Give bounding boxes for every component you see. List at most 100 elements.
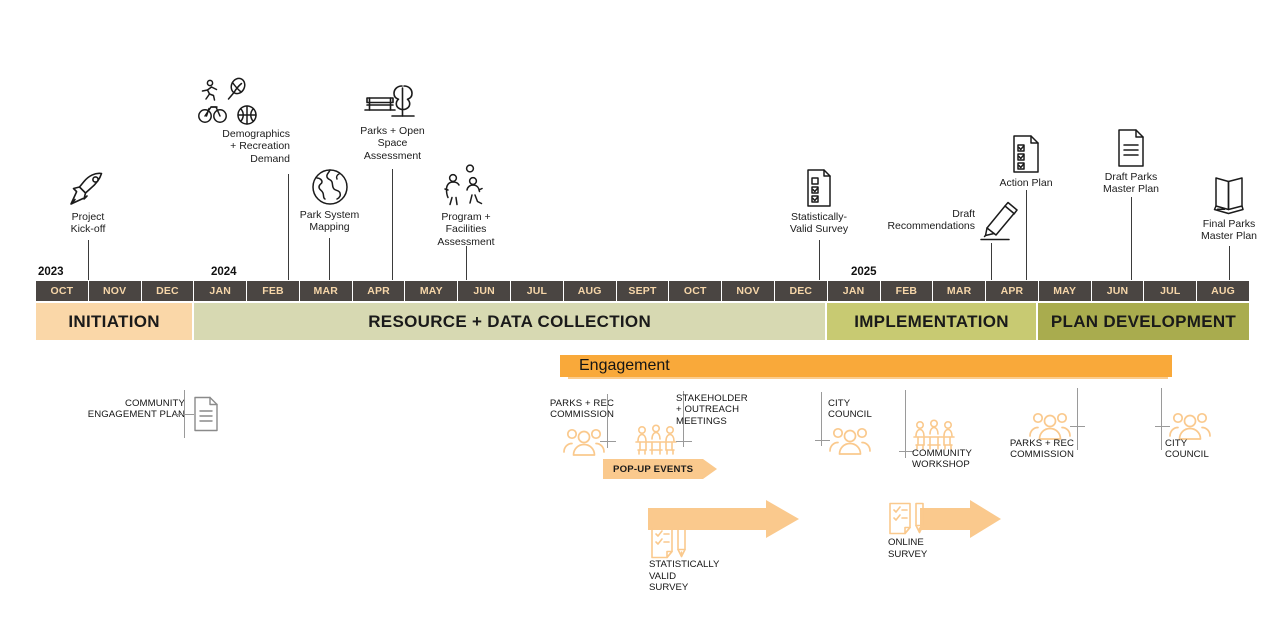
month-cell[interactable]: AUG	[563, 281, 617, 301]
people-group-icon	[1168, 412, 1212, 440]
document-icon	[1089, 128, 1173, 168]
milestone-connector-line	[991, 243, 992, 280]
table-meeting-icon	[634, 424, 678, 457]
month-cell[interactable]: SEPT	[616, 281, 670, 301]
engagement-connector-stub	[600, 441, 616, 442]
milestone-label: Park System Mapping	[299, 209, 360, 234]
park-bench-tree-icon	[345, 80, 440, 124]
engagement-parks-rec-commission-1[interactable]: PARKS + REC COMMISSION	[520, 398, 614, 421]
engagement-community-engagement-plan[interactable]: COMMUNITY ENGAGEMENT PLAN	[60, 398, 185, 421]
month-cell[interactable]: OCT	[36, 281, 89, 301]
timeline-month-header: OCT NOV DEC JAN FEB MAR APR MAY JUN JUL AUG SEPT OCT…	[36, 281, 1249, 301]
engagement-connector-line	[821, 392, 822, 446]
document-icon-gray	[192, 396, 220, 432]
survey-doc-icon	[778, 168, 860, 208]
phase-label: IMPLEMENTATION	[854, 311, 1009, 331]
engagement-stakeholder-outreach-meetings[interactable]: STAKEHOLDER + OUTREACH MEETINGS	[676, 393, 786, 427]
engagement-connector-line	[607, 394, 608, 448]
popup-events-banner[interactable]: POP-UP EVENTS	[603, 457, 718, 481]
milestone-demographics-recreation-demand[interactable]: Demographics + Recreation Demand	[175, 77, 290, 165]
month-cell[interactable]: MAR	[299, 281, 353, 301]
milestone-draft-parks-master-plan[interactable]: Draft Parks Master Plan	[1089, 128, 1173, 196]
checklist-doc-icon	[984, 134, 1068, 174]
milestone-connector-line	[1229, 246, 1230, 280]
engagement-connector-line	[905, 390, 906, 458]
booklet-icon	[1187, 175, 1271, 215]
month-cell[interactable]: MAY	[1038, 281, 1092, 301]
engagement-label: PARKS + REC COMMISSION	[549, 398, 614, 421]
milestone-connector-line	[1026, 190, 1027, 280]
milestone-label: Draft Parks Master Plan	[1102, 171, 1160, 196]
month-cell[interactable]: NOV	[722, 281, 775, 301]
milestone-statistically-valid-survey[interactable]: Statistically- Valid Survey	[778, 168, 860, 236]
month-cell[interactable]: AUG	[1197, 281, 1249, 301]
milestone-connector-line	[392, 169, 393, 280]
year-label-2025: 2025	[851, 266, 877, 278]
month-cell[interactable]: JUN	[1091, 281, 1145, 301]
milestone-draft-recommendations[interactable]: Draft Recommendations	[875, 208, 975, 233]
milestone-label: Demographics + Recreation Demand	[222, 128, 290, 165]
month-cell[interactable]: APR	[986, 281, 1039, 301]
month-cell[interactable]: JAN	[827, 281, 881, 301]
rocket-icon	[48, 170, 128, 208]
milestone-connector-line	[88, 240, 89, 280]
online-survey-arrow	[920, 500, 1002, 538]
phase-label: RESOURCE + DATA COLLECTION	[368, 311, 652, 331]
phase-bar[interactable]: PLAN DEVELOPMENT	[1038, 303, 1249, 340]
month-cell[interactable]: FEB	[247, 281, 300, 301]
month-cell[interactable]: NOV	[88, 281, 142, 301]
month-cell[interactable]: MAY	[405, 281, 459, 301]
phase-bar[interactable]: IMPLEMENTATION	[827, 303, 1039, 340]
month-cell[interactable]: JUL	[511, 281, 564, 301]
engagement-connector-line	[1077, 388, 1078, 450]
engagement-city-council-2[interactable]: CITY COUNCIL	[1165, 438, 1255, 461]
timeline-diagram: Project Kick-off Demographics + Recreati…	[0, 0, 1280, 640]
month-cell[interactable]: DEC	[774, 281, 828, 301]
year-label-2023: 2023	[38, 266, 64, 278]
milestone-connector-line	[466, 246, 467, 280]
milestone-connector-line	[1131, 197, 1132, 280]
globe-icon	[288, 168, 371, 206]
milestone-final-parks-master-plan[interactable]: Final Parks Master Plan	[1187, 175, 1271, 243]
people-group-icon	[1028, 412, 1072, 440]
phase-label: PLAN DEVELOPMENT	[1050, 311, 1237, 331]
milestone-label: Draft Recommendations	[887, 208, 975, 233]
month-cell[interactable]: APR	[352, 281, 406, 301]
month-cell[interactable]: JUL	[1144, 281, 1198, 301]
milestone-label: Final Parks Master Plan	[1200, 218, 1258, 243]
milestone-label: Statistically- Valid Survey	[789, 211, 849, 236]
engagement-connector-line	[1161, 388, 1162, 450]
month-cell[interactable]: OCT	[669, 281, 723, 301]
milestone-program-facilities-assessment[interactable]: Program + Facilities Assessment	[424, 164, 508, 248]
month-cell[interactable]: DEC	[141, 281, 195, 301]
month-cell[interactable]: JAN	[194, 281, 248, 301]
survey-pencil-icon	[888, 502, 928, 536]
popup-events-label: POP-UP EVENTS	[613, 463, 694, 475]
phase-bar[interactable]: INITIATION	[36, 303, 195, 340]
month-cell[interactable]: FEB	[880, 281, 934, 301]
phase-bar[interactable]: RESOURCE + DATA COLLECTION	[194, 303, 828, 340]
engagement-connector-stub	[676, 441, 692, 442]
engagement-label: PARKS + REC COMMISSION	[1009, 438, 1074, 461]
engagement-label: CITY COUNCIL	[1165, 438, 1209, 461]
milestone-label: Parks + Open Space Assessment	[360, 125, 425, 162]
milestone-connector-line	[819, 240, 820, 280]
people-group-icon	[562, 428, 606, 456]
milestone-project-kickoff[interactable]: Project Kick-off	[48, 170, 128, 236]
people-group-icon	[828, 427, 872, 455]
milestone-action-plan[interactable]: Action Plan	[984, 134, 1068, 189]
online-survey-caption: ONLINE SURVEY	[888, 537, 928, 560]
pencil-icon	[977, 200, 1023, 242]
month-cell[interactable]: MAR	[933, 281, 987, 301]
engagement-parks-rec-commission-2[interactable]: PARKS + REC COMMISSION	[980, 438, 1074, 461]
month-cell[interactable]: JUN	[458, 281, 512, 301]
year-label-2024: 2024	[211, 266, 237, 278]
milestone-parks-open-space-assessment[interactable]: Parks + Open Space Assessment	[345, 80, 440, 162]
phase-label: INITIATION	[68, 311, 160, 331]
milestone-label: Action Plan	[999, 177, 1053, 189]
engagement-bar[interactable]: Engagement	[560, 355, 1172, 377]
milestone-label: Program + Facilities Assessment	[437, 211, 495, 248]
milestone-park-system-mapping[interactable]: Park System Mapping	[288, 168, 371, 234]
milestone-label: Project Kick-off	[70, 211, 106, 236]
people-activity-icon	[424, 164, 508, 208]
